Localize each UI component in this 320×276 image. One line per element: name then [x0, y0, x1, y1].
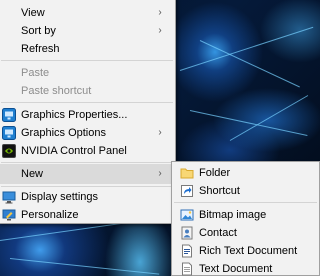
menu-separator: [1, 60, 173, 61]
menu-item-label: Refresh: [21, 43, 60, 55]
intel-graphics-icon: [2, 126, 16, 140]
menu-item-label: NVIDIA Control Panel: [21, 145, 127, 157]
menu-item-display-settings[interactable]: Display settings: [0, 188, 175, 206]
menu-item-graphics-options[interactable]: Graphics Options ›: [0, 124, 175, 142]
chevron-right-icon: ›: [158, 7, 162, 18]
submenu-item-shortcut[interactable]: Shortcut: [172, 182, 319, 200]
menu-item-personalize[interactable]: Personalize: [0, 206, 175, 224]
menu-separator: [174, 202, 317, 203]
submenu-item-folder[interactable]: Folder: [172, 164, 319, 182]
menu-item-label: Paste shortcut: [21, 85, 92, 97]
wallpaper-streak: [229, 95, 309, 141]
menu-item-graphics-properties[interactable]: Graphics Properties...: [0, 106, 175, 124]
wallpaper-streak: [9, 258, 160, 275]
submenu-item-label: Shortcut: [199, 185, 240, 197]
wallpaper-streak: [189, 110, 308, 136]
menu-item-label: View: [21, 7, 45, 19]
menu-item-new[interactable]: New ›: [0, 164, 175, 184]
submenu-item-label: Contact: [199, 227, 237, 239]
menu-item-refresh[interactable]: Refresh: [0, 40, 175, 58]
submenu-item-label: Text Document: [199, 263, 273, 275]
submenu-item-text-document[interactable]: Text Document: [172, 260, 319, 276]
submenu-item-bitmap-image[interactable]: Bitmap image: [172, 206, 319, 224]
menu-item-paste[interactable]: Paste: [0, 64, 175, 82]
submenu-item-rich-text-document[interactable]: Rich Text Document: [172, 242, 319, 260]
menu-item-label: Sort by: [21, 25, 56, 37]
menu-separator: [1, 186, 173, 187]
chevron-right-icon: ›: [158, 127, 162, 138]
submenu-item-label: Rich Text Document: [199, 245, 298, 257]
nvidia-icon: [2, 144, 16, 158]
menu-item-nvidia-control-panel[interactable]: NVIDIA Control Panel: [0, 142, 175, 160]
submenu-item-label: Folder: [199, 167, 231, 179]
new-submenu: Folder Shortcut Bitmap image Contact Ric…: [171, 161, 320, 276]
submenu-item-contact[interactable]: Contact: [172, 224, 319, 242]
folder-icon: [180, 168, 194, 179]
menu-separator: [1, 162, 173, 163]
personalize-icon: [2, 209, 16, 221]
menu-item-label: Personalize: [21, 209, 79, 221]
submenu-item-label: Bitmap image: [199, 209, 267, 221]
rich-text-document-icon: [182, 244, 192, 258]
menu-item-label: Display settings: [21, 191, 99, 203]
bitmap-image-icon: [180, 209, 194, 221]
menu-separator: [1, 102, 173, 103]
chevron-right-icon: ›: [158, 25, 162, 36]
menu-item-paste-shortcut[interactable]: Paste shortcut: [0, 82, 175, 100]
contact-icon: [181, 226, 193, 240]
chevron-right-icon: ›: [158, 168, 162, 179]
menu-item-view[interactable]: View ›: [0, 4, 175, 22]
intel-graphics-icon: [2, 108, 16, 122]
menu-item-label: New: [21, 168, 44, 180]
display-icon: [2, 191, 16, 204]
text-document-icon: [182, 262, 192, 276]
menu-item-label: Paste: [21, 67, 50, 79]
shortcut-icon: [181, 185, 193, 197]
desktop-context-menu: View › Sort by › Refresh Paste Paste sho…: [0, 0, 176, 224]
wallpaper-streak: [179, 26, 314, 71]
menu-item-label: Graphics Options: [21, 127, 106, 139]
menu-item-label: Graphics Properties...: [21, 109, 128, 121]
menu-item-sort-by[interactable]: Sort by ›: [0, 22, 175, 40]
